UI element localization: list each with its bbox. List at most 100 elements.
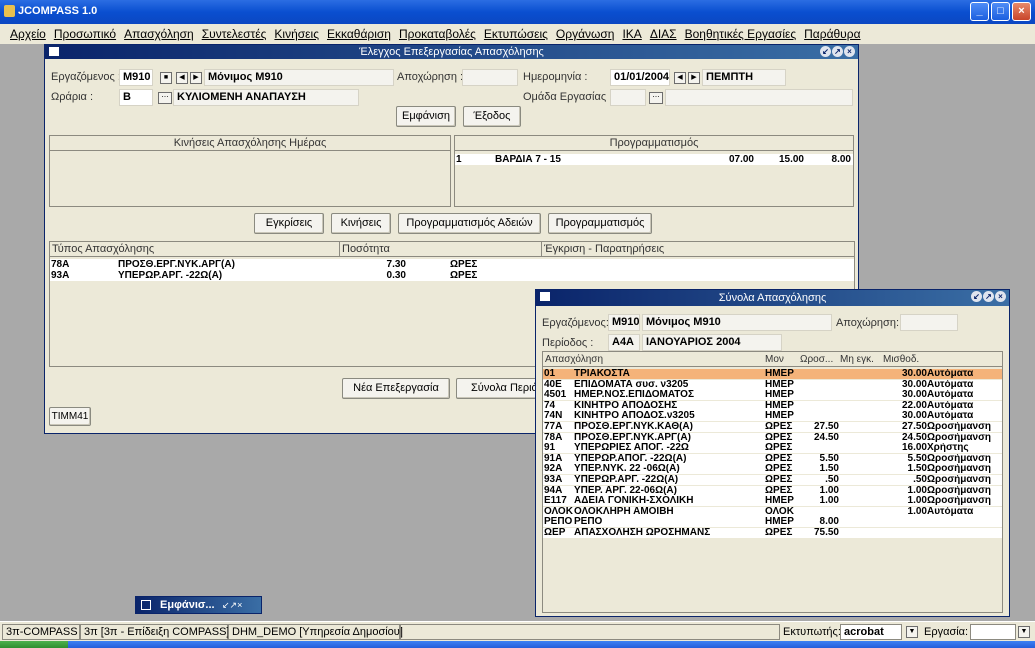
menu-bar: Αρχείο Προσωπικό Απασχόληση Συντελεστές … [0, 24, 1035, 44]
menu-file[interactable]: Αρχείο [6, 24, 50, 44]
maximize-button[interactable]: □ [991, 2, 1010, 21]
type-row[interactable]: 78A ΠΡΟΣΘ.ΕΡΓ.ΝΥΚ.ΑΡΓ(Α) 7.30 ΩΡΕΣ [50, 259, 854, 270]
close-icon[interactable]: × [844, 46, 855, 57]
col-unit: Μον [765, 354, 784, 365]
menu-prints[interactable]: Εκτυπώσεις [480, 24, 552, 44]
work-label: Εργασία: [924, 626, 969, 638]
total-code: 74 [544, 400, 556, 411]
planning-row[interactable]: 1 ΒΑΡΔΙΑ 7 - 15 07.00 15.00 8.00 [455, 154, 853, 165]
employee-prev-icon[interactable]: ◀ [176, 72, 188, 84]
printer-dropdown-icon[interactable]: ▼ [906, 626, 918, 638]
totals-row[interactable]: ΡΕΠΟ ΡΕΠΟ ΗΜΕΡ 8.00 [543, 517, 1002, 528]
minimized-window[interactable]: Εμφάνισ... ↙↗× [135, 596, 262, 614]
col-unapproved: Μη εγκ. [840, 354, 874, 365]
window-menu-icon[interactable] [49, 47, 59, 56]
status-db: DHM_DEMO [Υπηρεσία Δημοσίου] [228, 624, 403, 640]
leave-planning-button[interactable]: Προγραμματισμός Αδειών [398, 213, 541, 234]
restore-icon[interactable]: ↙ [820, 46, 831, 57]
total-unit: ΗΜΕΡ [765, 411, 794, 422]
menu-personnel[interactable]: Προσωπικό [50, 24, 120, 44]
period-name: ΙΑΝΟΥΑΡΙΟΣ 2004 [642, 334, 782, 351]
workgroup-code-field[interactable] [610, 89, 646, 106]
total-code: 94A [544, 485, 563, 496]
date-prev-icon[interactable]: ◀ [674, 72, 686, 84]
type-row[interactable]: 93A ΥΠΕΡΩΡ.ΑΡΓ. -22Ω(Α) 0.30 ΩΡΕΣ [50, 270, 854, 281]
menu-movements[interactable]: Κινήσεις [270, 24, 323, 44]
window-menu-icon[interactable] [540, 292, 550, 301]
schedule-lookup-icon[interactable]: ⋯ [158, 92, 172, 104]
total-unit: ΩΡΕΣ [765, 485, 793, 496]
day-movements-header: Κινήσεις Απασχόλησης Ημέρας [50, 136, 450, 151]
menu-dias[interactable]: ΔΙΑΣ [646, 24, 681, 44]
schedule-code-field[interactable]: B [119, 89, 153, 106]
menu-clearance[interactable]: Εκκαθάριση [323, 24, 395, 44]
close-icon[interactable]: × [995, 291, 1006, 302]
menu-factors[interactable]: Συντελεστές [198, 24, 271, 44]
planning-button[interactable]: Προγραμματισμός [548, 213, 652, 234]
totals-row[interactable]: 4501 ΗΜΕΡ.ΝΟΣ.ΕΠΙΔΟΜΑΤΟΣ ΗΜΕΡ 30.00 Αυτόματα [543, 390, 1002, 401]
menu-organization[interactable]: Οργάνωση [552, 24, 619, 44]
employee-lookup-icon[interactable]: ■ [160, 72, 172, 84]
total-timestamp: 5.50 [819, 453, 839, 464]
total-unit: ΗΜΕΡ [765, 369, 794, 379]
date-next-icon[interactable]: ▶ [688, 72, 700, 84]
total-code: 40E [544, 379, 562, 390]
total-payroll: 5.50 [907, 453, 927, 464]
type-code: 93A [51, 270, 70, 281]
total-unit: ΩΡΕΣ [765, 432, 793, 443]
totals-row[interactable]: ΟΛΟΚ ΟΛΟΚΛΗΡΗ ΑΜΟΙΒΗ ΟΛΟΚ 1.00 Αυτόματα [543, 506, 1002, 517]
menu-tools[interactable]: Βοηθητικές Εργασίες [681, 24, 801, 44]
type-unit: ΩΡΕΣ [450, 259, 478, 270]
totals-row[interactable]: 93A ΥΠΕΡΩΡ.ΑΡΓ. -22Ω(Α) ΩΡΕΣ .50.50 Ωροσήμαν… [543, 475, 1002, 485]
date-field[interactable]: 01/01/2004 [610, 69, 670, 86]
workgroup-lookup-icon[interactable]: ⋯ [649, 92, 663, 104]
totals-row[interactable]: ΩΕΡ ΑΠΑΣΧΟΛΗΣΗ ΩΡΟΣΗΜΑΝΣ ΩΡΕΣ 75.50 [543, 528, 1002, 538]
window-icon [141, 600, 151, 610]
employee-next-icon[interactable]: ▶ [190, 72, 202, 84]
start-button[interactable] [0, 641, 68, 648]
totals-row[interactable]: E117 ΑΔΕΙΑ ΓΟΝΙΚΗ-ΣΧΟΛΙΚΗ ΗΜΕΡ 1.00 1.00 Ωροσ… [543, 496, 1002, 507]
total-payroll: 16.00 [901, 443, 927, 454]
show-button[interactable]: Εμφάνιση [396, 106, 456, 127]
totals-row[interactable]: 77A ΠΡΟΣΘ.ΕΡΓ.ΝΥΚ.ΚΑΘ(Α) ΩΡΕΣ 27.50 27.50 Ωρο… [543, 422, 1002, 432]
employee-code-field[interactable]: M910 [119, 69, 153, 86]
maximize-icon[interactable]: ↗ [832, 46, 843, 57]
totals-row[interactable]: 40E ΕΠΙΔΟΜΑΤΑ συσ. ν3205 ΗΜΕΡ 30.00 Αυτόματα [543, 379, 1002, 390]
printer-label: Εκτυπωτής: [783, 626, 841, 638]
menu-advances[interactable]: Προκαταβολές [395, 24, 480, 44]
total-timestamp: 1.50 [819, 464, 839, 475]
total-unit: ΩΡΕΣ [765, 422, 793, 432]
movements-button[interactable]: Κινήσεις [331, 213, 391, 234]
total-name: ΟΛΟΚΛΗΡΗ ΑΜΟΙΒΗ [574, 506, 674, 517]
printer-value[interactable]: acrobat [840, 624, 902, 640]
tab-timm41[interactable]: TIMM41 [49, 407, 91, 426]
planning-header: Προγραμματισμός [455, 136, 853, 151]
approvals-button[interactable]: Εγκρίσεις [254, 213, 324, 234]
menu-ika[interactable]: ΙΚΑ [618, 24, 645, 44]
total-name: ΠΡΟΣΘ.ΕΡΓ.ΝΥΚ.ΚΑΘ(Α) [574, 422, 693, 432]
totals-row[interactable]: 74 ΚΙΝΗΤΡΟ ΑΠΟΔΟΣΗΣ ΗΜΕΡ 22.00 Αυτόματα [543, 400, 1002, 411]
totals-row[interactable]: 92A ΥΠΕΡ.ΝΥΚ. 22 -06Ω(Α) ΩΡΕΣ 1.50 1.50 Ωροσή… [543, 464, 1002, 475]
totals-row[interactable]: 94A ΥΠΕΡ. ΑΡΓ. 22-06Ω(Α) ΩΡΕΣ 1.00 1.00 Ωροσή… [543, 485, 1002, 496]
exit-button[interactable]: Έξοδος [463, 106, 521, 127]
restore-icon[interactable]: ↙ [971, 291, 982, 302]
maximize-icon[interactable]: ↗ [983, 291, 994, 302]
totals-row[interactable]: 74N ΚΙΝΗΤΡΟ ΑΠΟΔΟΣ.ν3205 ΗΜΕΡ 30.00 Αυτόματα [543, 411, 1002, 422]
close-button[interactable]: × [1012, 2, 1031, 21]
work-field[interactable] [970, 624, 1016, 640]
total-code: E117 [544, 496, 567, 507]
menu-windows[interactable]: Παράθυρα [800, 24, 864, 44]
totals-row[interactable]: 78A ΠΡΟΣΘ.ΕΡΓ.ΝΥΚ.ΑΡΓ(Α) ΩΡΕΣ 24.50 24.50 Ωρο… [543, 432, 1002, 443]
totals-row[interactable]: 91A ΥΠΕΡΩΡ.ΑΠΟΓ. -22Ω(Α) ΩΡΕΣ 5.50 5.50 Ωροσή… [543, 453, 1002, 464]
total-code: 93A [544, 475, 563, 485]
total-name: ΚΙΝΗΤΡΟ ΑΠΟΔΟΣΗΣ [574, 400, 678, 411]
minimize-button[interactable]: _ [970, 2, 989, 21]
totals-row[interactable]: 01 ΤΡΙΑΚΟΣΤΑ ΗΜΕΡ 30.00 Αυτόματα [543, 369, 1002, 379]
total-timestamp: 1.00 [819, 496, 839, 507]
new-processing-button[interactable]: Νέα Επεξεργασία [342, 378, 450, 399]
restore-icon[interactable]: ↙↗× [222, 600, 242, 611]
planning-name: ΒΑΡΔΙΑ 7 - 15 [495, 154, 561, 165]
menu-employment[interactable]: Απασχόληση [120, 24, 198, 44]
totals-row[interactable]: 91 ΥΠΕΡΩΡΙΕΣ ΑΠΟΓ. -22Ω ΩΡΕΣ 16.00 Χρήστης [543, 443, 1002, 454]
work-dropdown-icon[interactable]: ▼ [1018, 626, 1030, 638]
